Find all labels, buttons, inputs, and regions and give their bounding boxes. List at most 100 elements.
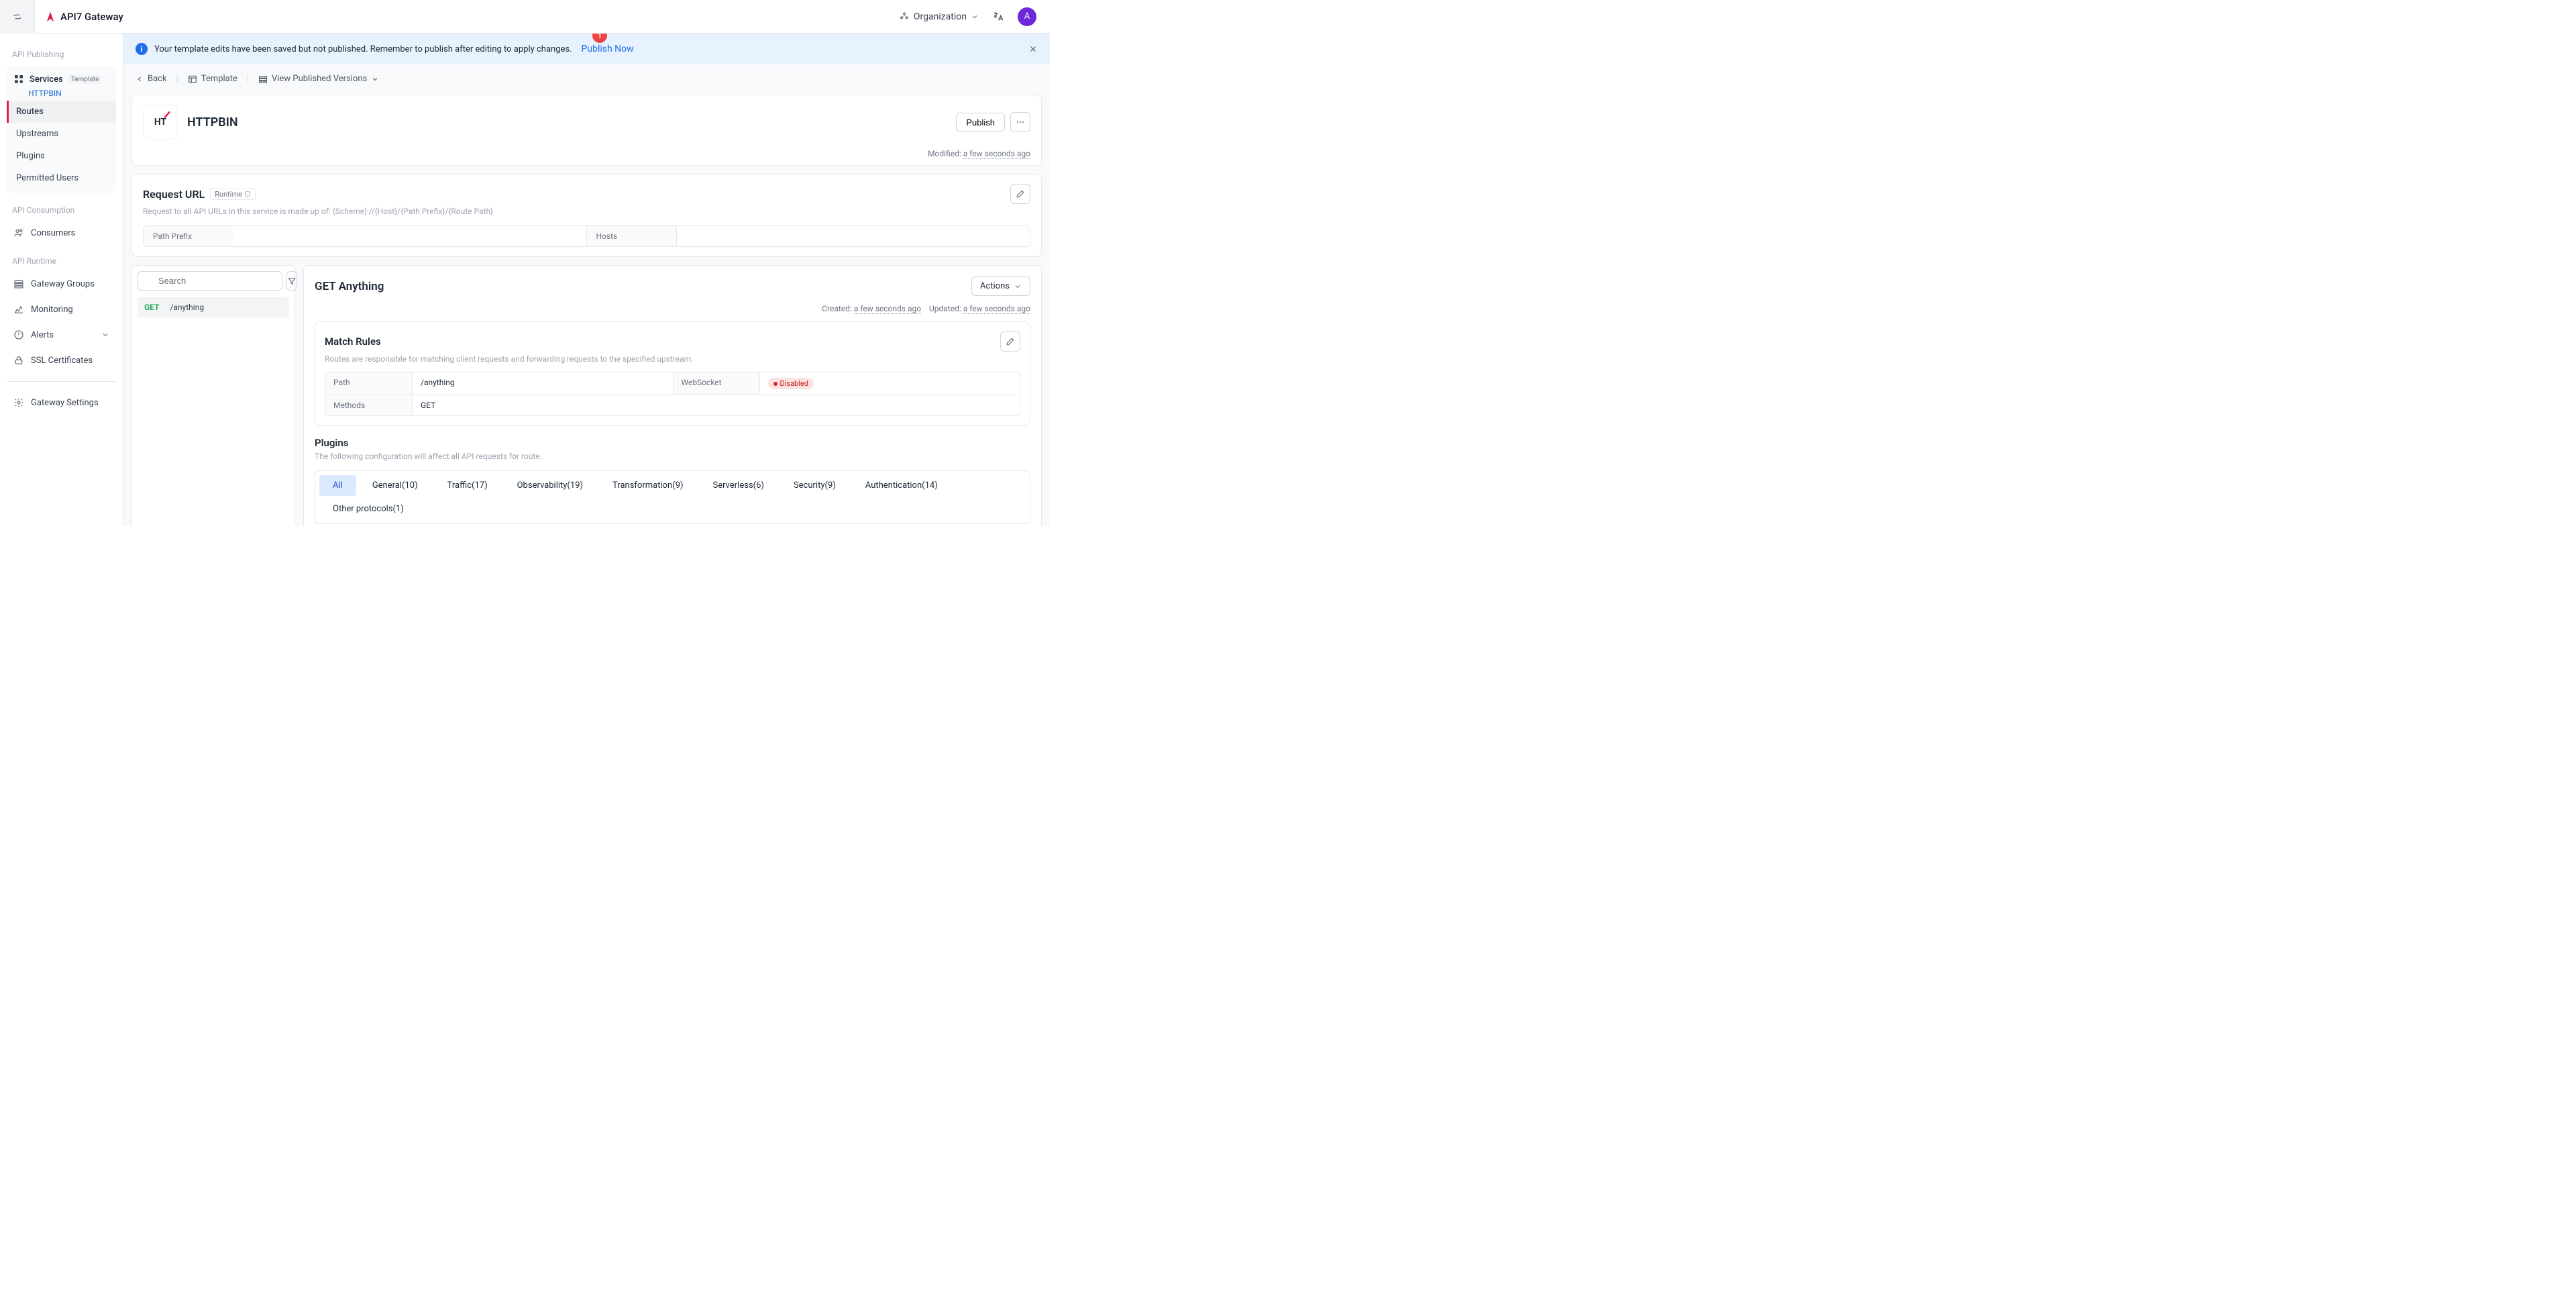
more-actions-icon[interactable] xyxy=(1010,112,1030,132)
alert-text: Your template edits have been saved but … xyxy=(154,44,572,54)
sidebar-item-routes[interactable]: Routes xyxy=(7,101,116,123)
created-time: a few seconds ago xyxy=(854,304,921,314)
avatar-initial: A xyxy=(1024,11,1030,21)
publish-count-badge: 1 xyxy=(592,34,607,43)
service-name: HTTPBIN xyxy=(187,115,238,130)
plugin-tab-traffic[interactable]: Traffic(17) xyxy=(434,475,501,496)
match-rules-title: Match Rules xyxy=(325,335,381,348)
route-title: GET Anything xyxy=(315,280,384,293)
plugin-tab-security[interactable]: Security(9) xyxy=(780,475,849,496)
view-published-label: View Published Versions xyxy=(272,74,367,84)
sidebar-item-permitted-users[interactable]: Permitted Users xyxy=(7,167,116,189)
sidebar-item-gateway-settings[interactable]: Gateway Settings xyxy=(7,391,116,414)
template-crumb[interactable]: Template xyxy=(188,74,237,84)
routes-search-input[interactable] xyxy=(138,271,282,291)
avatar[interactable]: A xyxy=(1018,7,1036,26)
route-path: /anything xyxy=(170,303,204,312)
language-icon[interactable] xyxy=(992,11,1004,23)
template-label: Template xyxy=(201,74,237,84)
template-badge: Template xyxy=(68,75,102,84)
gateway-groups-label: Gateway Groups xyxy=(31,279,109,289)
actions-label: Actions xyxy=(980,281,1010,291)
sidebar-item-plugins[interactable]: Plugins xyxy=(7,145,116,167)
group-publishing: API Publishing xyxy=(7,40,116,63)
hosts-value xyxy=(676,225,1031,247)
route-item[interactable]: GET /anything xyxy=(138,297,289,317)
filter-icon[interactable] xyxy=(286,271,297,291)
publish-now-link[interactable]: Publish Now xyxy=(582,44,634,54)
view-published-crumb[interactable]: View Published Versions xyxy=(258,74,379,84)
plugin-tab-other[interactable]: Other protocols(1) xyxy=(319,499,417,519)
brand: API7 Gateway xyxy=(44,10,123,23)
sidebar-item-gateway-groups[interactable]: Gateway Groups xyxy=(7,272,116,295)
services-title: Services xyxy=(30,74,63,85)
sidebar-item-monitoring[interactable]: Monitoring xyxy=(7,298,116,321)
sidebar: API Publishing Services Template HTTPBIN… xyxy=(0,34,123,526)
plugin-tabs: All General(10) Traffic(17) Observabilit… xyxy=(315,470,1030,524)
plugins-title: Plugins xyxy=(315,437,1030,449)
route-method: GET xyxy=(144,303,159,312)
info-icon xyxy=(244,191,251,197)
plugins-desc: The following configuration will affect … xyxy=(315,452,1030,461)
match-path-key: Path xyxy=(325,372,413,395)
chevron-down-icon xyxy=(971,13,979,21)
sidebar-item-ssl[interactable]: SSL Certificates xyxy=(7,349,116,372)
updated-label: Updated: xyxy=(929,304,961,313)
disabled-badge: Disabled xyxy=(768,378,814,389)
actions-dropdown[interactable]: Actions xyxy=(971,276,1030,296)
match-methods-val: GET xyxy=(413,395,1020,415)
sidebar-item-upstreams[interactable]: Upstreams xyxy=(7,123,116,145)
sidebar-item-consumers[interactable]: Consumers xyxy=(7,221,116,244)
back-link[interactable]: Back xyxy=(136,74,167,84)
sidebar-item-alerts[interactable]: Alerts xyxy=(7,323,116,346)
chevron-down-icon xyxy=(1014,282,1022,291)
group-runtime: API Runtime xyxy=(7,247,116,270)
breadcrumb: Back | Template | View Published Version… xyxy=(123,64,1050,89)
sidebar-item-services[interactable]: Services Template xyxy=(7,70,116,89)
back-label: Back xyxy=(148,74,167,84)
sidebar-toggle[interactable] xyxy=(0,0,35,34)
modified-label: Modified: xyxy=(928,149,961,158)
organization-dropdown[interactable]: Organization xyxy=(899,11,979,22)
route-detail-panel: GET Anything Actions Created: a few seco… xyxy=(303,265,1042,526)
services-subname[interactable]: HTTPBIN xyxy=(7,89,116,101)
request-url-desc: Request to all API URLs in this service … xyxy=(143,207,1030,216)
alerts-label: Alerts xyxy=(31,330,95,340)
consumers-label: Consumers xyxy=(31,228,109,238)
plugin-tab-transformation[interactable]: Transformation(9) xyxy=(599,475,697,496)
close-icon[interactable] xyxy=(1028,44,1038,54)
service-modified-meta: Modified: a few seconds ago xyxy=(132,149,1041,165)
service-logo: HT xyxy=(143,105,178,140)
chevron-down-icon xyxy=(371,75,379,83)
publish-alert: i Your template edits have been saved bu… xyxy=(123,34,1050,64)
updated-time: a few seconds ago xyxy=(963,304,1030,314)
plugin-tab-all[interactable]: All xyxy=(319,475,356,496)
brand-text: API7 Gateway xyxy=(60,11,123,23)
group-consumption: API Consumption xyxy=(7,196,116,219)
organization-label: Organization xyxy=(914,11,967,22)
path-prefix-label: Path Prefix xyxy=(143,225,233,247)
match-path-val: /anything xyxy=(413,372,673,395)
match-rules-desc: Routes are responsible for matching clie… xyxy=(325,354,1020,364)
modified-time: a few seconds ago xyxy=(963,149,1030,159)
monitoring-label: Monitoring xyxy=(31,305,109,315)
routes-panel: GET /anything xyxy=(131,265,295,526)
gateway-settings-label: Gateway Settings xyxy=(31,398,109,408)
chevron-down-icon xyxy=(101,331,109,339)
edit-match-rules-icon[interactable] xyxy=(1000,331,1020,352)
hosts-label: Hosts xyxy=(586,225,676,247)
path-prefix-value xyxy=(233,225,586,247)
plugin-tab-general[interactable]: General(10) xyxy=(359,475,431,496)
route-meta: Created: a few seconds ago Updated: a fe… xyxy=(315,304,1030,313)
plugin-tab-authentication[interactable]: Authentication(14) xyxy=(852,475,951,496)
sidebar-divider xyxy=(7,381,116,382)
info-icon: i xyxy=(136,43,148,55)
request-url-title: Request URL xyxy=(143,188,205,201)
created-label: Created: xyxy=(822,304,852,313)
ssl-label: SSL Certificates xyxy=(31,356,109,366)
publish-button[interactable]: Publish xyxy=(956,113,1005,132)
edit-request-url-icon[interactable] xyxy=(1010,184,1030,204)
match-ws-val: Disabled xyxy=(760,372,1020,395)
plugin-tab-observability[interactable]: Observability(19) xyxy=(504,475,596,496)
plugin-tab-serverless[interactable]: Serverless(6) xyxy=(700,475,777,496)
